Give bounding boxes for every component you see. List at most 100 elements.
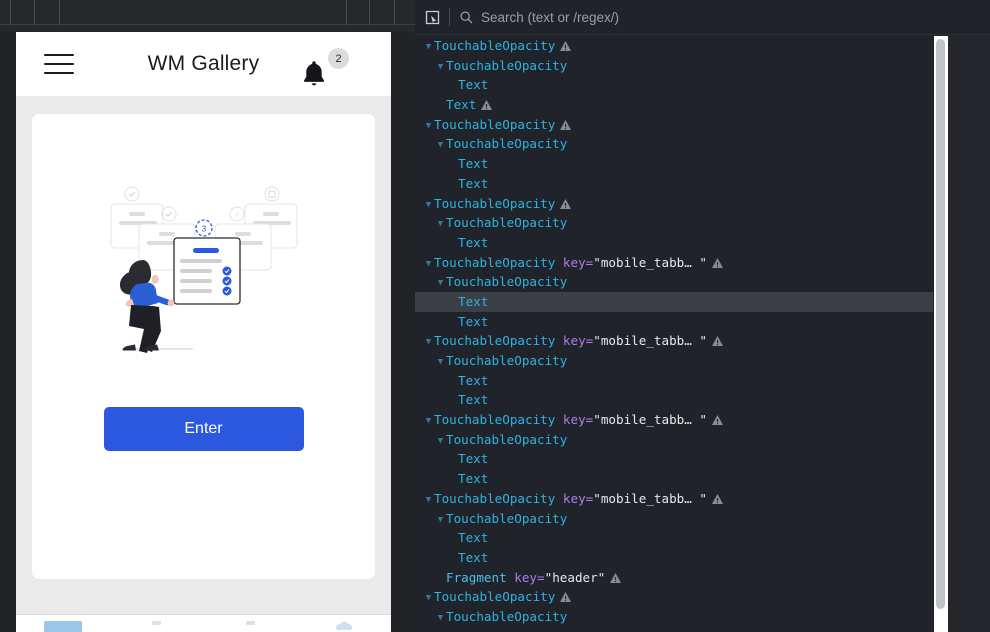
tree-row[interactable]: ▼Text [415,292,933,312]
warning-icon [707,255,723,270]
tree-row[interactable]: ▼TouchableOpacity [415,213,990,233]
toolbar-address-cell[interactable] [60,0,347,25]
tree-row[interactable]: ▼Text [415,528,990,548]
tree-node-tag: TouchableOpacity [434,412,555,427]
tree-node-tag: TouchableOpacity [446,58,567,73]
toolbar-cell-1[interactable] [0,0,11,25]
tab-4-home-icon [336,621,352,630]
tree-node-attr-key: key= [514,570,544,585]
tree-node-tag: Text [446,97,476,112]
tab-3[interactable] [204,615,298,625]
tree-node-tag: Text [458,530,488,545]
tree-node-attr-value: "mobile_tabb… " [593,333,707,348]
tree-row[interactable]: ▼TouchableOpacity [415,56,990,76]
tree-node-tag: TouchableOpacity [446,136,567,151]
chevron-down-icon[interactable]: ▼ [435,609,446,629]
component-tree[interactable]: ▼TouchableOpacity▼TouchableOpacity▼Text▼… [415,36,990,632]
tree-row[interactable]: ▼TouchableOpacity key="mobile_tabb… " [415,489,990,509]
tree-row[interactable]: ▼Fragment key="header" [415,568,990,588]
tree-node-tag: TouchableOpacity [434,589,555,604]
mobile-viewport: WM Gallery 2 [16,32,391,632]
tree-row[interactable]: ▼TouchableOpacity key="mobile_tabb… " [415,331,990,351]
tree-node-tag: TouchableOpacity [446,215,567,230]
notifications-button[interactable]: 2 [297,48,349,92]
gallery-entry-card: i 3 [32,114,375,579]
tree-row[interactable]: ▼Text [415,75,990,95]
tree-scrollbar[interactable] [934,36,948,632]
tree-scrollbar-thumb[interactable] [936,39,945,609]
screen-root: WM Gallery 2 [0,0,990,632]
tree-row[interactable]: ▼Text [415,449,990,469]
tab-1[interactable] [16,615,110,632]
hamburger-menu-icon[interactable] [44,54,74,74]
warning-icon [555,38,571,53]
tree-row[interactable]: ▼TouchableOpacity [415,194,990,214]
warning-icon [555,589,571,604]
tree-node-tag: TouchableOpacity [446,274,567,289]
tree-row[interactable]: ▼TouchableOpacity [415,272,990,292]
tree-node-attr-value: "mobile_tabb… " [593,255,707,270]
tree-row[interactable]: ▼TouchableOpacity [415,587,990,607]
element-picker-icon[interactable] [415,0,449,35]
tree-row[interactable]: ▼TouchableOpacity [415,430,990,450]
toolbar-cell-4[interactable] [347,0,370,25]
tree-node-tag: Text [458,451,488,466]
warning-icon [707,491,723,506]
toolbar-cell-6[interactable] [395,0,415,25]
tree-node-tag: Text [458,294,488,309]
devtools-right-panel [948,0,990,632]
tree-row[interactable]: ▼Text [415,174,990,194]
tree-node-attr-key: key= [563,255,593,270]
tree-node-tag: TouchableOpacity [434,196,555,211]
warning-icon [476,97,492,112]
tree-row[interactable]: ▼Text [415,95,990,115]
bottom-tab-bar [16,614,391,632]
tree-row[interactable]: ▼TouchableOpacity key="mobile_tabb… " [415,410,990,430]
tab-3-indicator [246,621,255,625]
tab-2-indicator [152,621,161,625]
tree-row[interactable]: ▼Text [415,390,990,410]
tree-row[interactable]: ▼Text [415,371,990,391]
tab-4[interactable] [297,615,391,630]
tree-row[interactable]: ▼Text [415,548,990,568]
search-input[interactable] [481,10,953,25]
search-icon [460,11,473,24]
tree-row[interactable]: ▼Text [415,233,990,253]
enter-button[interactable]: Enter [104,407,304,451]
devtools-toolbar [415,0,990,35]
tree-node-tag: Fragment [446,570,507,585]
tree-row[interactable]: ▼Text [415,154,990,174]
tab-2[interactable] [110,615,204,625]
bell-icon [301,59,327,92]
toolbar-cell-2[interactable] [11,0,35,25]
toolbar-cell-3[interactable] [35,0,60,25]
svg-text:i: i [236,212,238,219]
tree-row[interactable]: ▼TouchableOpacity [415,115,990,135]
tab-1-indicator [44,621,82,632]
tree-row[interactable]: ▼TouchableOpacity [415,351,990,371]
tree-node-tag: Text [458,471,488,486]
tree-node-tag: Text [458,77,488,92]
devtools-toolbar-right-spacer [948,0,990,35]
tree-row[interactable]: ▼Text [415,469,990,489]
tree-row[interactable]: ▼Text [415,312,990,332]
tree-node-tag: Text [458,392,488,407]
viewport-right-gutter [391,32,415,632]
browser-toolbar [0,0,415,25]
tree-node-attr-key: key= [563,491,593,506]
tree-row[interactable]: ▼TouchableOpacity [415,36,990,56]
tree-node-tag: Text [458,156,488,171]
tree-node-attr-key: key= [563,333,593,348]
devtools-panel: ▼TouchableOpacity▼TouchableOpacity▼Text▼… [415,0,990,632]
viewport-left-gutter [0,32,16,632]
tree-row[interactable]: ▼TouchableOpacity [415,509,990,529]
tree-node-tag: TouchableOpacity [434,38,555,53]
app-header: WM Gallery 2 [16,32,391,96]
toolbar-cell-5[interactable] [370,0,395,25]
tree-row[interactable]: ▼TouchableOpacity [415,134,990,154]
app-body: i 3 [16,96,391,579]
tree-row[interactable]: ▼TouchableOpacity key="mobile_tabb… " [415,253,990,273]
tree-row[interactable]: ▼TouchableOpacity [415,607,990,627]
tree-node-tag: Text [458,314,488,329]
tree-node-tag: TouchableOpacity [446,353,567,368]
